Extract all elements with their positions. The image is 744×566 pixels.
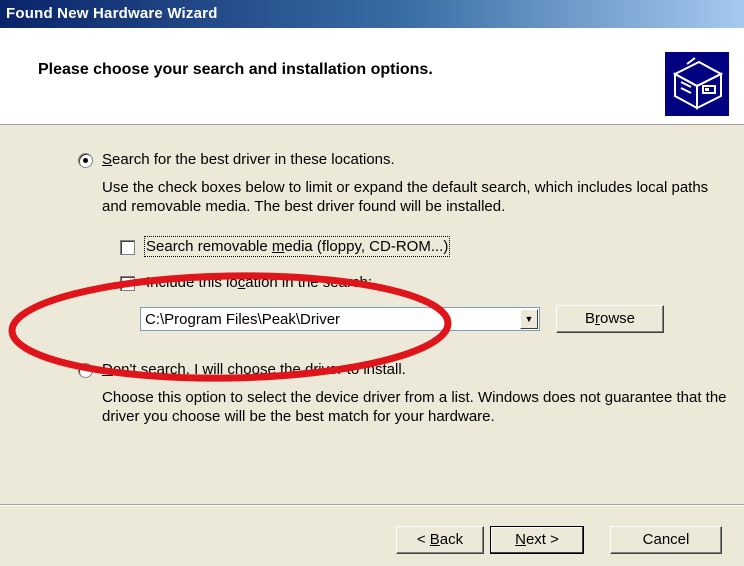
checkmark-icon: ✔ [122, 276, 133, 291]
cancel-button[interactable]: Cancel [610, 526, 722, 554]
search-option-label[interactable]: Search for the best driver in these loca… [102, 151, 395, 168]
wizard-content: Search for the best driver in these loca… [0, 125, 744, 485]
back-button[interactable]: < Back [396, 526, 484, 554]
window-title-bar: Found New Hardware Wizard [0, 0, 744, 28]
browse-button[interactable]: Browse [556, 305, 664, 333]
window-title: Found New Hardware Wizard [6, 5, 218, 22]
page-title: Please choose your search and installati… [38, 61, 433, 78]
next-button[interactable]: Next > [490, 526, 584, 554]
wizard-window: Found New Hardware Wizard Please choose … [0, 0, 744, 566]
include-location-label[interactable]: Include this location in the search: [146, 274, 372, 291]
dont-search-option-label[interactable]: Don't search. I will choose the driver t… [102, 361, 406, 378]
radio-selected-dot [83, 158, 88, 163]
removable-media-label[interactable]: Search removable media (floppy, CD-ROM..… [143, 236, 451, 257]
location-path-combobox[interactable]: C:\Program Files\Peak\Driver ▼ [140, 307, 540, 331]
dont-search-option-description: Choose this option to select the device … [102, 389, 727, 425]
dont-search-option-radio[interactable] [78, 363, 93, 378]
wizard-header: Please choose your search and installati… [0, 28, 744, 125]
location-path-value: C:\Program Files\Peak\Driver [145, 311, 341, 328]
hardware-device-icon [665, 52, 729, 116]
chevron-down-icon[interactable]: ▼ [520, 309, 538, 329]
search-option-description: Use the check boxes below to limit or ex… [102, 179, 709, 215]
include-location-checkbox[interactable]: ✔ [120, 276, 135, 291]
removable-media-checkbox[interactable] [120, 240, 135, 255]
footer-divider [0, 504, 744, 506]
search-option-radio[interactable] [78, 153, 93, 168]
